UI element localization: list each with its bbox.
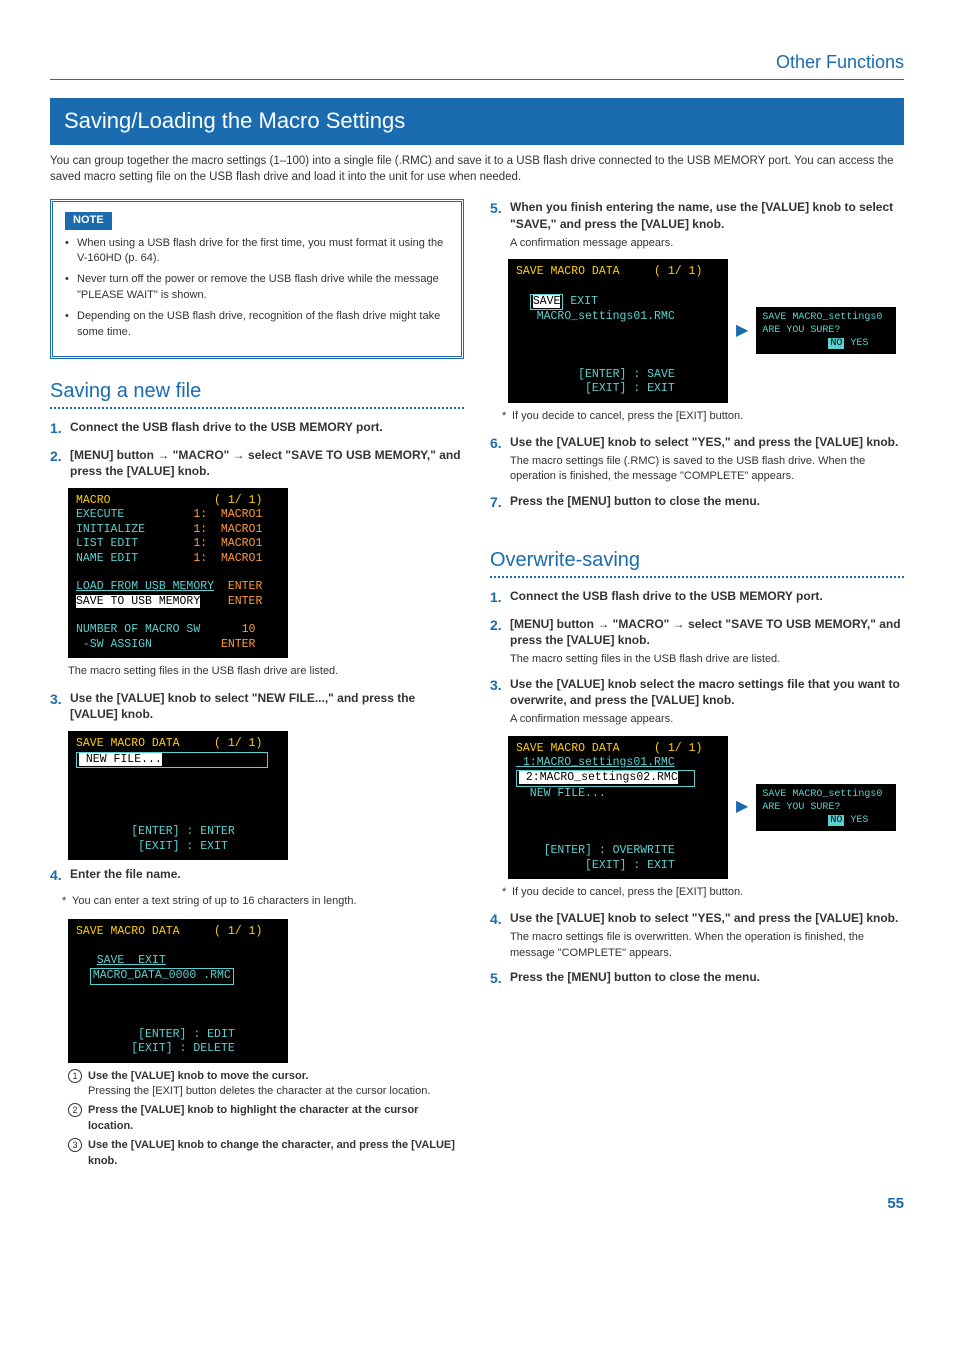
divider [490, 576, 904, 578]
after-lcd-text: The macro setting files in the USB flash… [68, 664, 464, 679]
step-text: [MENU] button → "MACRO" → select "SAVE T… [510, 617, 901, 648]
arrow-right-icon: ▶ [736, 796, 748, 818]
step-number: 1. [490, 588, 510, 608]
step-text: Press the [MENU] button to close the men… [510, 970, 760, 984]
lcd-screen-overwrite-list: SAVE MACRO DATA ( 1/ 1) 1:MACRO_settings… [508, 736, 728, 879]
note-item: Never turn off the power or remove the U… [65, 272, 449, 303]
step-number: 1. [50, 419, 70, 439]
step-note: The macro settings file (.RMC) is saved … [510, 454, 904, 485]
left-column: NOTE When using a USB flash drive for th… [50, 199, 464, 1173]
arrow-right-icon: ▶ [736, 320, 748, 342]
step-text: When you finish entering the name, use t… [510, 200, 893, 231]
substep-text: Use the [VALUE] knob to change the chara… [88, 1139, 455, 1166]
section-saving-title: Saving a new file [50, 377, 464, 405]
step-number: 3. [490, 676, 510, 728]
page-title: Saving/Loading the Macro Settings [50, 98, 904, 145]
step-text: [MENU] button → "MACRO" → select "SAVE T… [70, 448, 461, 479]
substep-number: 3 [68, 1138, 82, 1152]
step-text: Use the [VALUE] knob select the macro se… [510, 677, 900, 708]
note-box: NOTE When using a USB flash drive for th… [50, 199, 464, 359]
lcd-screen-save-confirm: SAVE MACRO DATA ( 1/ 1) SAVE EXIT MACRO_… [508, 259, 728, 402]
divider [50, 407, 464, 409]
note-item: When using a USB flash drive for the fir… [65, 236, 449, 267]
step-note: The macro settings file is overwritten. … [510, 930, 904, 961]
substep-text: Press the [VALUE] knob to highlight the … [88, 1104, 418, 1131]
step-number: 4. [50, 866, 70, 886]
page-number: 55 [50, 1193, 904, 1214]
lcd-screen-save-newfile: SAVE MACRO DATA ( 1/ 1) NEW FILE... [ENT… [68, 731, 288, 860]
note-item: Depending on the USB flash drive, recogn… [65, 309, 449, 340]
step-number: 2. [50, 447, 70, 481]
step-number: 2. [490, 616, 510, 668]
step-number: 5. [490, 969, 510, 989]
substep-number: 1 [68, 1069, 82, 1083]
lcd-confirm-dialog: SAVE MACRO_settings0 ARE YOU SURE? NO YE… [756, 784, 896, 831]
step-text: Use the [VALUE] knob to select "YES," an… [510, 911, 898, 925]
asterisk-note: If you decide to cancel, press the [EXIT… [502, 885, 904, 900]
step-number: 7. [490, 493, 510, 513]
right-column: 5. When you finish entering the name, us… [490, 199, 904, 1173]
step-note: A confirmation message appears. [510, 712, 904, 727]
lcd-screen-edit-name: SAVE MACRO DATA ( 1/ 1) SAVE EXIT MACRO_… [68, 919, 288, 1062]
substep-detail: Pressing the [EXIT] button deletes the c… [88, 1085, 430, 1097]
note-label: NOTE [65, 212, 112, 229]
header-category: Other Functions [50, 50, 904, 80]
asterisk-note: If you decide to cancel, press the [EXIT… [502, 409, 904, 424]
step-text: Connect the USB flash drive to the USB M… [70, 420, 383, 434]
step-text: Press the [MENU] button to close the men… [510, 494, 760, 508]
lcd-confirm-dialog: SAVE MACRO_settings0 ARE YOU SURE? NO YE… [756, 307, 896, 354]
step-number: 4. [490, 910, 510, 961]
asterisk-note: You can enter a text string of up to 16 … [62, 894, 464, 909]
step-number: 5. [490, 199, 510, 251]
lcd-screen-macro-menu: MACRO ( 1/ 1) EXECUTE 1: MACRO1 INITIALI… [68, 488, 288, 658]
substep-number: 2 [68, 1103, 82, 1117]
intro-text: You can group together the macro setting… [50, 153, 904, 185]
step-text: Use the [VALUE] knob to select "YES," an… [510, 435, 898, 449]
step-note: A confirmation message appears. [510, 236, 904, 251]
step-number: 3. [50, 690, 70, 724]
section-overwrite-title: Overwrite-saving [490, 546, 904, 574]
step-text: Connect the USB flash drive to the USB M… [510, 589, 823, 603]
substep-text: Use the [VALUE] knob to move the cursor. [88, 1070, 308, 1082]
step-text: Use the [VALUE] knob to select "NEW FILE… [70, 691, 415, 722]
step-text: Enter the file name. [70, 867, 181, 881]
step-note: The macro setting files in the USB flash… [510, 652, 904, 667]
step-number: 6. [490, 434, 510, 485]
